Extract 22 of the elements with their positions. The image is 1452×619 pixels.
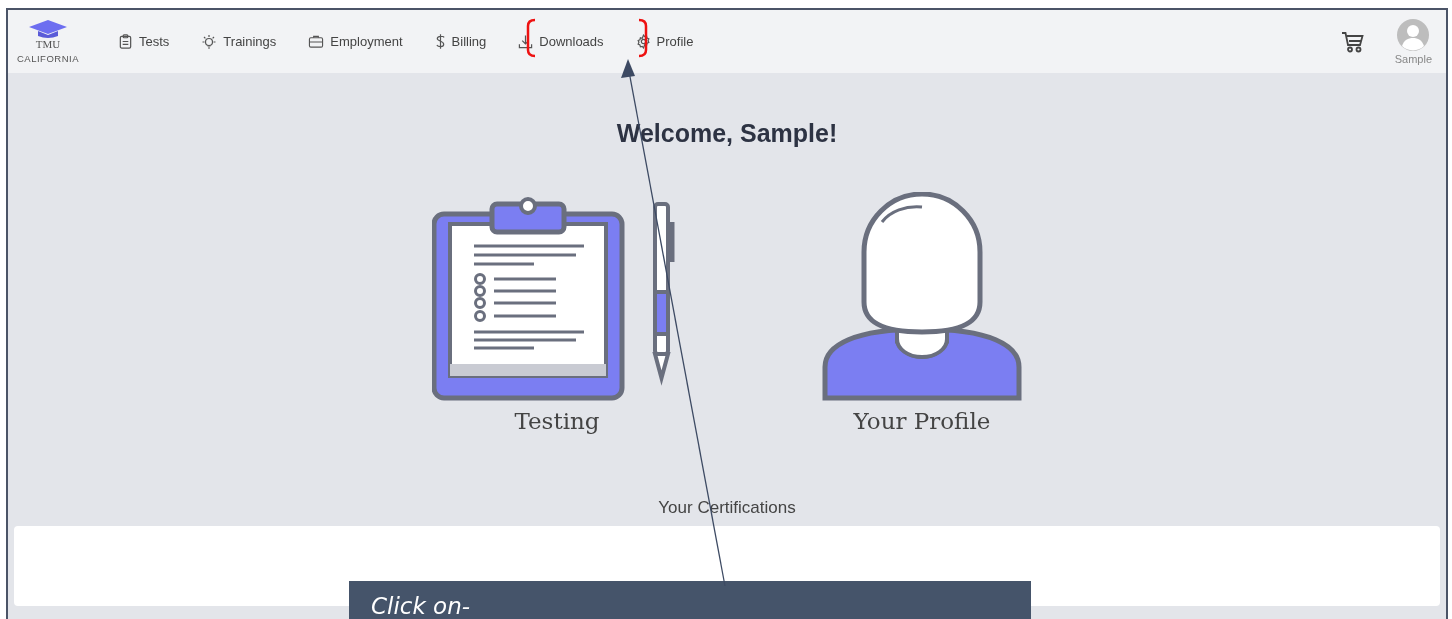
tile-link[interactable]: Testing [432,192,682,434]
settings-icon [635,34,651,49]
download-icon [518,34,534,49]
dollar-icon [434,33,446,50]
callout-text: Click on- [371,593,471,619]
lightbulb-icon [201,33,218,50]
nav-link[interactable]: Billing [418,23,503,60]
briefcase-icon [308,34,325,49]
logo-subtitle: CALIFORNIA [17,53,79,64]
nav-link[interactable]: Profile [619,23,710,60]
bracket-mark [638,18,648,58]
logo-text: TMU [35,38,61,50]
user-name: Sample [1394,52,1432,65]
clipboard-icon [118,34,133,49]
nav-link[interactable]: Employment [292,23,419,60]
graduation-cap-icon [28,19,68,39]
nav-link[interactable]: Trainings [185,23,293,60]
bracket-mark [526,18,536,58]
nav-link[interactable]: Tests [102,23,186,60]
tile-link[interactable]: Your Profile [822,192,1022,434]
cart-icon[interactable] [1340,30,1365,53]
nav-link[interactable]: Downloads [502,23,620,60]
